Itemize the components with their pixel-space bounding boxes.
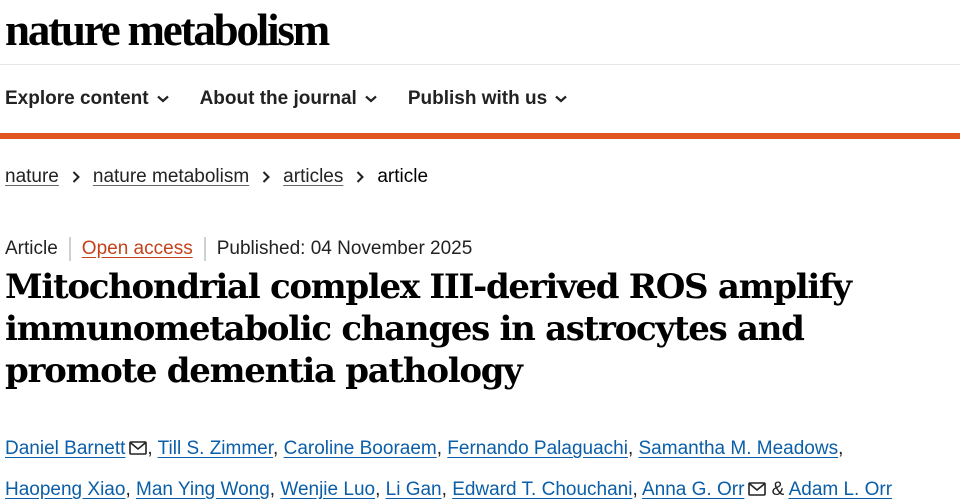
chevron-right-icon [72,171,80,183]
chevron-down-icon [156,95,169,103]
chevron-right-icon [262,171,271,183]
nav-label: Explore content [5,88,149,109]
open-access-link[interactable]: Open access [82,238,193,260]
article-type: Article [5,238,58,259]
nav-label: Publish with us [407,88,548,109]
author-link[interactable]: Wenjie Luo [280,479,375,499]
author-list: Daniel Barnett, Till S. Zimmer, Caroline… [5,438,893,499]
meta-divider [68,237,71,261]
accent-bar [0,133,960,139]
author-link[interactable]: Caroline Booraem [284,438,437,459]
breadcrumb-nature-metabolism[interactable]: nature metabolism [93,166,249,188]
author-link[interactable]: Haopeng Xiao [5,479,125,499]
nav-label: About the journal [199,88,357,109]
header-divider [0,64,960,65]
article-title: Mitochondrial complex III-derived ROS am… [5,267,852,391]
main-nav: Explore content About the journal Publis… [5,84,598,114]
author-link[interactable]: Fernando Palaguachi [447,438,628,459]
nav-publish-with-us[interactable]: Publish with us [408,88,567,110]
author-link[interactable]: Till S. Zimmer [158,438,273,459]
author-link[interactable]: Adam L. Orr [789,479,892,499]
chevron-right-icon [356,171,365,183]
author-link[interactable]: Man Ying Wong [136,479,270,499]
journal-logo[interactable]: nature metabolism [5,4,330,56]
chevron-down-icon [365,95,377,103]
published-date: Published: 04 November 2025 [216,238,473,259]
nav-explore-content[interactable]: Explore content [5,88,169,110]
author-link[interactable]: Anna G. Orr [642,479,744,499]
author-link[interactable]: Edward T. Chouchani [452,479,632,499]
breadcrumb-nature[interactable]: nature [5,166,59,188]
breadcrumb: nature nature metabolism articles articl… [5,166,428,188]
author-link[interactable]: Daniel Barnett [5,438,125,459]
email-icon[interactable] [129,441,148,455]
email-icon[interactable] [748,482,767,496]
meta-divider [203,237,206,261]
article-meta: Article Open access Published: 04 Novemb… [5,237,472,261]
breadcrumb-articles[interactable]: articles [283,166,343,188]
author-link[interactable]: Li Gan [386,479,442,499]
author-link[interactable]: Samantha M. Meadows [639,438,839,459]
breadcrumb-current: article [377,166,429,187]
chevron-down-icon [555,95,567,103]
nav-about-the-journal[interactable]: About the journal [200,88,377,110]
